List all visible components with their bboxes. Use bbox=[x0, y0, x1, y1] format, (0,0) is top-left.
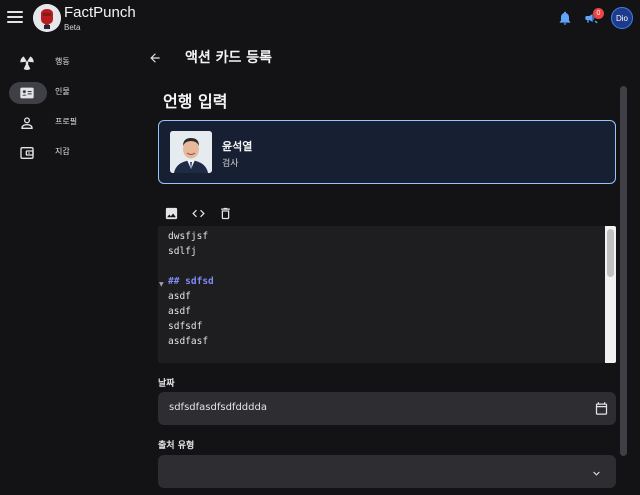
sidebar-item-label: 지갑 bbox=[55, 147, 70, 156]
page-scrollbar[interactable] bbox=[620, 86, 627, 456]
sidebar-item-label: 프로필 bbox=[55, 117, 78, 126]
markdown-editor[interactable]: dwsfjsf sdlfj ▼ ## sdfsd asdf asdf sdfsd… bbox=[158, 226, 616, 363]
sidebar-item-label: 인물 bbox=[55, 87, 70, 96]
source-type-select[interactable] bbox=[158, 455, 616, 488]
image-icon[interactable] bbox=[164, 206, 179, 221]
code-line: dwsfjsf bbox=[168, 231, 209, 242]
code-line: sdfsdf bbox=[168, 321, 203, 332]
source-type-label: 출처 유형 bbox=[158, 441, 195, 451]
app-subtitle: Beta bbox=[64, 23, 81, 32]
sidebar-item-label: 행동 bbox=[55, 57, 70, 66]
sidebar-item-people[interactable]: 인물 bbox=[9, 82, 124, 104]
selected-person-card[interactable]: 윤석열 검사 bbox=[158, 120, 616, 184]
page-title: 액션 카드 등록 bbox=[185, 50, 273, 66]
user-avatar[interactable]: Dio bbox=[611, 7, 633, 29]
factpunch-logo[interactable] bbox=[33, 4, 61, 32]
code-line: asdf bbox=[168, 306, 191, 317]
person-icon bbox=[19, 115, 35, 131]
sidebar-item-profile[interactable]: 프로필 bbox=[9, 112, 124, 134]
notification-badge: 0 bbox=[593, 8, 604, 19]
trash-icon[interactable] bbox=[218, 206, 233, 221]
fold-arrow-icon[interactable]: ▼ bbox=[159, 281, 164, 288]
person-name: 윤석열 bbox=[222, 140, 253, 153]
date-label: 날짜 bbox=[158, 379, 175, 389]
person-photo bbox=[170, 131, 212, 173]
app-name: FactPunch bbox=[64, 4, 136, 21]
id-card-icon bbox=[19, 85, 35, 101]
editor-scrollbar[interactable] bbox=[605, 226, 616, 363]
wallet-icon bbox=[19, 145, 35, 161]
back-arrow-icon[interactable] bbox=[148, 50, 162, 64]
date-field[interactable]: sdfsdfasdfsdfdddda bbox=[158, 392, 616, 425]
person-role: 검사 bbox=[222, 159, 239, 169]
hamburger-menu-icon[interactable] bbox=[7, 11, 23, 25]
editor-scrollbar-thumb[interactable] bbox=[607, 229, 614, 277]
radiation-icon bbox=[19, 55, 35, 71]
calendar-icon[interactable] bbox=[594, 401, 609, 416]
section-title: 언행 입력 bbox=[163, 92, 228, 111]
bell-icon[interactable] bbox=[557, 10, 573, 26]
sidebar-nav: 행동 인물 프로필 지갑 bbox=[0, 38, 135, 495]
code-line: asdf bbox=[168, 291, 191, 302]
date-value: sdfsdfasdfsdfdddda bbox=[169, 402, 267, 413]
code-line: sdlfj bbox=[168, 246, 197, 257]
chevron-down-icon bbox=[590, 465, 603, 478]
code-line-heading: ## sdfsd bbox=[168, 276, 214, 287]
sidebar-item-wallet[interactable]: 지갑 bbox=[9, 142, 124, 164]
top-app-bar: FactPunch Beta 0 Dio bbox=[0, 0, 640, 38]
code-icon[interactable] bbox=[191, 206, 206, 221]
sidebar-item-actions[interactable]: 행동 bbox=[9, 52, 124, 74]
code-line: asdfasf bbox=[168, 336, 209, 347]
